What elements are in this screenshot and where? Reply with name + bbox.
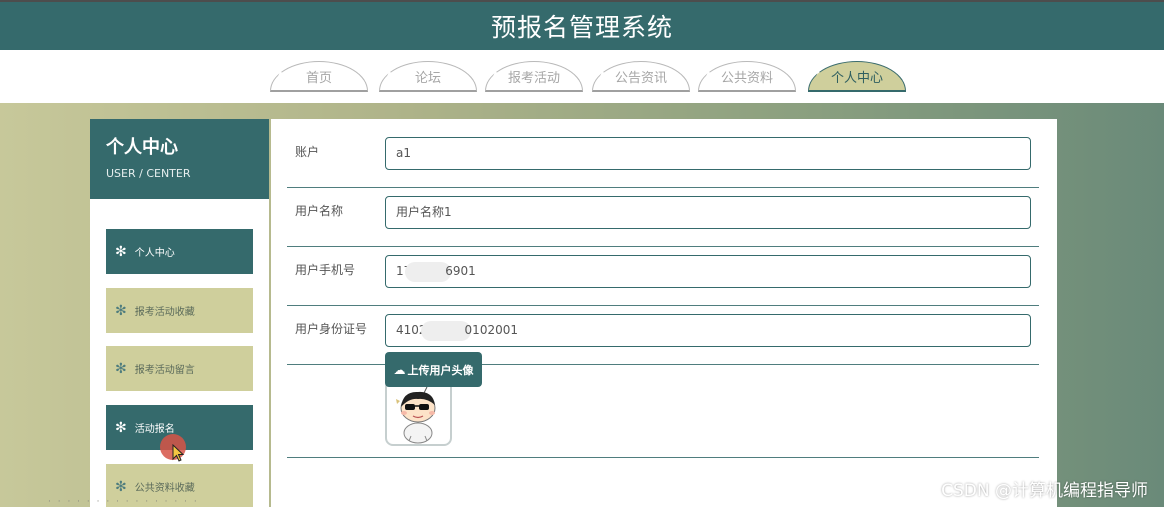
account-label: 账户	[295, 145, 320, 159]
tab-home[interactable]: 首页	[270, 61, 368, 92]
mouse-pointer-icon	[172, 444, 185, 462]
sidebar-item-label: 报考活动收藏	[134, 307, 195, 318]
account-input[interactable]: a1	[385, 137, 1031, 170]
cloud-upload-icon: ☁	[393, 362, 406, 377]
avatar-cartoon-image	[396, 381, 436, 444]
tab-announcements[interactable]: 公告资讯	[592, 61, 690, 92]
sidebar-item-activity-messages[interactable]: ✻ 报考活动留言	[106, 346, 253, 391]
app-title: 预报名管理系统	[490, 13, 673, 42]
snowflake-icon: ✻	[115, 360, 127, 377]
sidebar-item-label: 报考活动留言	[134, 365, 195, 376]
sidebar-title: 个人中心	[106, 137, 178, 158]
tab-forum[interactable]: 论坛	[379, 61, 477, 92]
watermark: CSDN @计算机编程指导师	[941, 481, 1148, 501]
form-row-username: 用户名称 用户名称1	[287, 188, 1039, 247]
redaction-mask	[420, 320, 471, 341]
title-bar: 预报名管理系统	[0, 0, 1164, 50]
sidebar-header: 个人中心 USER / CENTER	[90, 119, 269, 199]
sidebar-item-activity-favorites[interactable]: ✻ 报考活动收藏	[106, 288, 253, 333]
top-nav: 首页 论坛 报考活动 公告资讯 公共资料 个人中心	[0, 50, 1164, 103]
snowflake-icon: ✻	[115, 302, 127, 319]
sidebar-subtitle: USER / CENTER	[106, 167, 191, 180]
form-row-phone: 用户手机号 17 6901	[287, 247, 1039, 306]
snowflake-icon: ✻	[115, 243, 127, 260]
snowflake-icon: ✻	[115, 419, 127, 436]
snowflake-icon: ✻	[115, 478, 127, 495]
form-row-account: 账户 a1	[287, 129, 1039, 188]
phone-input[interactable]: 17 6901	[385, 255, 1031, 288]
username-label: 用户名称	[295, 204, 344, 218]
sidebar-item-personal-center[interactable]: ✻ 个人中心	[106, 229, 253, 274]
profile-form: 账户 a1 用户名称 用户名称1 用户手机号 17 6901 用户身份证号 410…	[271, 119, 1057, 507]
upload-avatar-button[interactable]: ☁ 上传用户头像	[385, 352, 482, 387]
phone-label: 用户手机号	[295, 263, 356, 277]
tab-exam-activities[interactable]: 报考活动	[485, 61, 583, 92]
status-bar-hint: · · · · · · · · · · · · · · · ·	[48, 497, 199, 507]
sidebar-item-label: 个人中心	[134, 248, 175, 259]
avatar[interactable]	[385, 379, 452, 446]
username-input[interactable]: 用户名称1	[385, 196, 1031, 229]
tab-personal-center[interactable]: 个人中心	[808, 61, 906, 92]
idcard-value-suffix: 0102001	[464, 323, 518, 337]
upload-avatar-label: 上传用户头像	[407, 363, 474, 377]
sidebar-item-label: 公共资料收藏	[134, 483, 195, 494]
phone-value-suffix: 6901	[445, 264, 476, 278]
idcard-label: 用户身份证号	[295, 322, 368, 336]
tab-public-materials[interactable]: 公共资料	[698, 61, 796, 92]
sidebar-item-label: 活动报名	[134, 424, 175, 435]
idcard-input[interactable]: 4102 0102001	[385, 314, 1031, 347]
